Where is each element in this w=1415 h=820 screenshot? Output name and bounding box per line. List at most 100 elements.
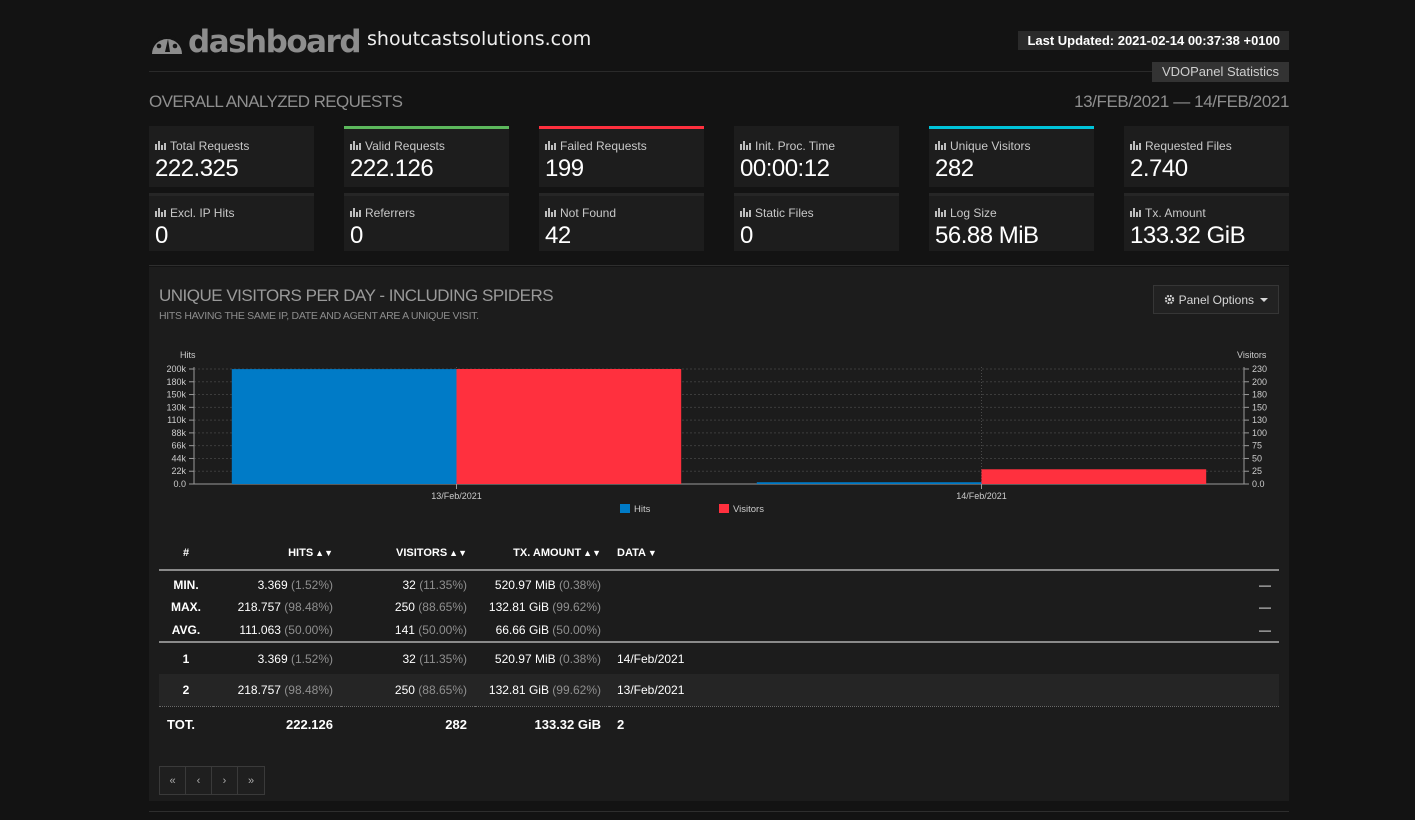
- stat-value: 42: [545, 222, 571, 249]
- stat-box: Valid Requests 222.126: [344, 126, 509, 187]
- summary-label: MIN.: [173, 578, 199, 592]
- stat-label: Valid Requests: [350, 138, 503, 153]
- stats-grid: Total Requests 222.325 Valid Requests 222.1…: [149, 126, 1289, 251]
- left-tick-label: 150k: [166, 390, 186, 400]
- col-tx-amount[interactable]: TX. AMOUNT ▲▼: [475, 537, 609, 571]
- prev-page-button[interactable]: ‹: [186, 767, 212, 794]
- bar-hits: [231, 369, 457, 484]
- hits-cell: 218.757 (98.48%): [237, 600, 333, 614]
- stat-label: Failed Requests: [545, 138, 698, 153]
- bar-chart-icon: [545, 208, 556, 217]
- stat-label: Unique Visitors: [935, 138, 1088, 153]
- stat-value: 00:00:12: [740, 155, 830, 182]
- sort-desc-icon: ▼: [647, 548, 657, 558]
- stat-value: 0: [740, 222, 753, 249]
- panel-title: UNIQUE VISITORS PER DAY - INCLUDING SPID…: [159, 286, 554, 305]
- logo[interactable]: dashboard: [149, 24, 362, 60]
- stat-box: Unique Visitors 282: [929, 126, 1094, 187]
- overall-title: OVERALL ANALYZED REQUESTS: [149, 92, 403, 111]
- stat-label: Tx. Amount: [1130, 205, 1283, 220]
- stat-label: Static Files: [740, 205, 893, 220]
- divider: [149, 265, 1289, 266]
- total-label: TOT.: [167, 716, 195, 732]
- right-axis-label: Visitors: [1237, 350, 1267, 360]
- gear-icon: [1164, 294, 1174, 305]
- table-row[interactable]: 1 3.369 (1.52%) 32 (11.35%) 520.97 MiB (0.3…: [159, 642, 1279, 674]
- total-hits: 222.126: [286, 716, 333, 732]
- stat-box: Failed Requests 199: [539, 126, 704, 187]
- visitors-cell: 250 (88.65%): [394, 600, 467, 614]
- left-axis-label: Hits: [180, 350, 196, 360]
- col-visitors[interactable]: VISITORS ▲▼: [341, 537, 475, 571]
- stat-box: Tx. Amount 133.32 GiB: [1124, 193, 1289, 251]
- chart-svg: Hits Visitors 0.0 0.0 22k 25 44k 50 66k 75 88k 100 1…: [166, 350, 1267, 515]
- tx-cell: 132.81 GiB (99.62%): [488, 600, 601, 614]
- table-row[interactable]: 2 218.757 (98.48%) 250 (88.65%) 132.81 GiB …: [159, 674, 1279, 707]
- tx-cell: 132.81 GiB (99.62%): [475, 674, 609, 707]
- vdopanel-tag: VDOPanel Statistics: [1151, 62, 1289, 82]
- stat-label: Init. Proc. Time: [740, 138, 893, 153]
- site-name: shoutcastsolutions.com: [367, 28, 592, 50]
- col-data[interactable]: DATA ▼: [609, 537, 1279, 571]
- tx-cell: 520.97 MiB (0.38%): [494, 651, 601, 666]
- bar-visitors: [981, 469, 1207, 484]
- bar-chart-icon: [740, 208, 751, 217]
- stat-value: 56.88 MiB: [935, 222, 1039, 249]
- hits-cell: 218.757 (98.48%): [213, 674, 341, 707]
- hits-cell: 3.369 (1.52%): [257, 651, 333, 666]
- bar-hits: [756, 482, 982, 484]
- x-tick-label: 13/Feb/2021: [431, 491, 482, 501]
- stat-box: Static Files 0: [734, 193, 899, 251]
- tx-cell: 66.66 GiB (50.00%): [475, 618, 609, 643]
- panel-options-button[interactable]: Panel Options: [1152, 285, 1279, 314]
- stat-label: Requested Files: [1130, 138, 1283, 153]
- bar-chart-icon: [935, 141, 946, 150]
- stat-box: Not Found 42: [539, 193, 704, 251]
- logo-text: dashboard: [188, 24, 362, 60]
- left-tick-label: 44k: [171, 453, 186, 463]
- bar-visitors: [456, 369, 682, 484]
- right-tick-label: 180: [1252, 390, 1267, 400]
- stat-value: 222.325: [155, 155, 239, 182]
- total-tx: 133.32 GiB: [534, 716, 602, 732]
- col-hits[interactable]: HITS ▲▼: [213, 537, 341, 571]
- left-tick-label: 130k: [166, 402, 186, 412]
- first-page-button[interactable]: «: [160, 767, 186, 794]
- data-cell: —: [1259, 600, 1271, 614]
- stat-box: Log Size 56.88 MiB: [929, 193, 1094, 251]
- row-number: 1: [182, 651, 190, 666]
- col-num: #: [159, 537, 213, 571]
- stat-label: Referrers: [350, 205, 503, 220]
- summary-label: AVG.: [159, 618, 213, 643]
- stat-box: Init. Proc. Time 00:00:12: [734, 126, 899, 187]
- visitors-cell: 141 (50.00%): [341, 618, 475, 643]
- stat-label: Excl. IP Hits: [155, 205, 308, 220]
- stat-label: Log Size: [935, 205, 1088, 220]
- left-tick-label: 200k: [166, 364, 186, 374]
- data-cell: —: [1259, 578, 1271, 592]
- legend-label: Hits: [634, 504, 651, 515]
- stat-label: Not Found: [545, 205, 698, 220]
- data-cell: —: [609, 618, 1279, 643]
- bar-chart-icon: [1130, 208, 1141, 217]
- overall-date-range: 13/FEB/2021 — 14/FEB/2021: [1074, 92, 1289, 111]
- right-tick-label: 75: [1252, 441, 1262, 451]
- last-page-button[interactable]: »: [238, 767, 264, 794]
- date-cell: 13/Feb/2021: [609, 674, 1279, 707]
- left-tick-label: 88k: [171, 428, 186, 438]
- left-tick-label: 180k: [166, 377, 186, 387]
- hits-cell: 3.369 (1.52%): [257, 578, 333, 592]
- bar-chart-icon: [350, 208, 361, 217]
- sort-icon: ▲▼: [315, 548, 333, 558]
- next-page-button[interactable]: ›: [212, 767, 238, 794]
- stat-box: Excl. IP Hits 0: [149, 193, 314, 251]
- bar-chart-icon: [740, 141, 751, 150]
- summary-label: MAX.: [171, 600, 201, 614]
- panel-options-label: Panel Options: [1178, 292, 1254, 307]
- visitors-table: # HITS ▲▼ VISITORS ▲▼ TX. AMOUNT ▲▼ DATA ▼ M…: [159, 537, 1279, 742]
- x-tick-label: 14/Feb/2021: [956, 491, 1007, 501]
- stat-box: Referrers 0: [344, 193, 509, 251]
- divider: [149, 811, 1289, 812]
- visitors-cell: 32 (11.35%): [402, 578, 467, 592]
- right-tick-label: 150: [1252, 402, 1267, 412]
